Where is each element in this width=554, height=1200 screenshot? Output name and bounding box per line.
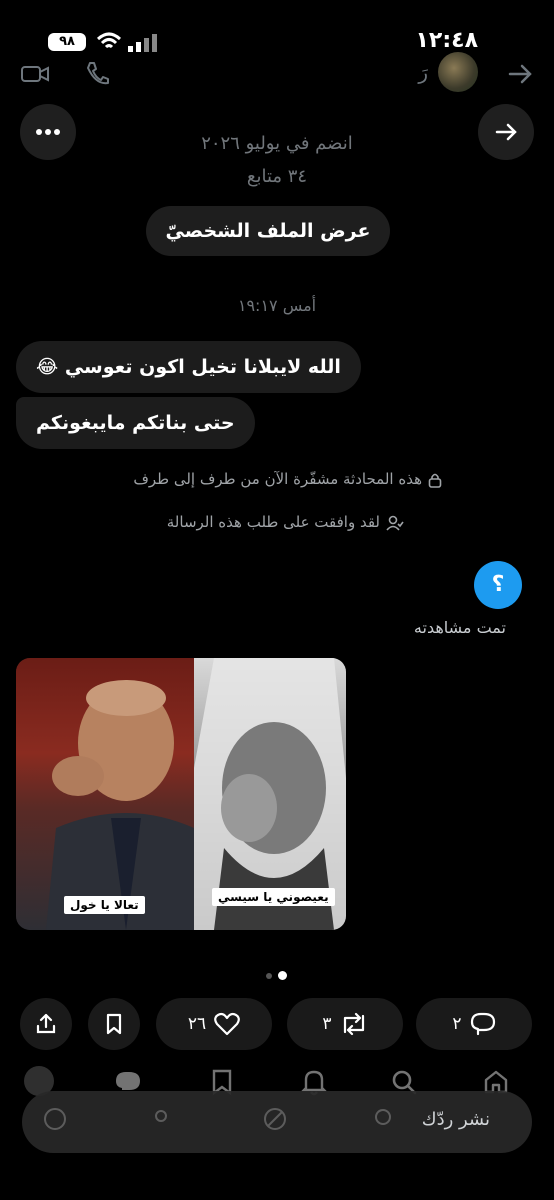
- bookmark-button[interactable]: [88, 998, 140, 1050]
- ghost-compose-icon: [264, 1108, 286, 1130]
- seen-status: تمت مشاهدته: [413, 618, 506, 637]
- received-message[interactable]: حتى بناتكم مايبغونكم: [16, 397, 255, 449]
- share-button[interactable]: [20, 998, 72, 1050]
- encryption-notice-text: هذه المحادثة مشفّرة الآن من طرف إلى طرف: [133, 470, 422, 488]
- header-name[interactable]: رَ: [418, 60, 428, 84]
- reply-placeholder: نشر ردّك: [421, 1109, 490, 1130]
- ghost-people-icon: [155, 1110, 167, 1122]
- received-message[interactable]: الله لايبلانا تخيل اكون تعوسي 😂: [16, 341, 361, 393]
- view-profile-button[interactable]: عرض الملف الشخصيّ: [146, 206, 390, 256]
- ghost-search-icon: [375, 1109, 391, 1125]
- phone-call-icon[interactable]: [84, 60, 110, 88]
- media-caption-left: تعالا يا خول: [64, 896, 145, 914]
- battery-icon: ٩٨: [48, 33, 86, 51]
- pager-dot[interactable]: [266, 973, 272, 979]
- reply-button[interactable]: ٢: [416, 998, 532, 1050]
- heart-icon: [214, 1012, 240, 1036]
- avatar[interactable]: [438, 52, 478, 92]
- media-pager[interactable]: [266, 964, 293, 983]
- user-check-icon: [386, 515, 404, 531]
- media-photo-left: تعالا يا خول: [16, 658, 194, 930]
- signal-icon: [128, 34, 157, 52]
- request-accepted-text: لقد وافقت على طلب هذه الرسالة: [166, 513, 380, 531]
- bookmark-icon: [106, 1013, 122, 1035]
- like-button[interactable]: ٢٦: [156, 998, 272, 1050]
- encryption-notice: هذه المحادثة مشفّرة الآن من طرف إلى طرف: [133, 470, 442, 488]
- request-accepted-notice: لقد وافقت على طلب هذه الرسالة: [167, 513, 404, 531]
- person-figure-left: [46, 680, 194, 930]
- status-time: ١٢:٤٨: [415, 28, 478, 53]
- sent-message[interactable]: ؟: [474, 561, 522, 609]
- wifi-icon: [96, 32, 122, 49]
- repost-count: ٣: [322, 1014, 332, 1034]
- message-timestamp: أمس ١٩:١٧: [237, 296, 317, 315]
- like-count: ٢٦: [187, 1014, 207, 1034]
- pager-dot-active[interactable]: [278, 971, 287, 980]
- comment-icon: [470, 1012, 495, 1036]
- repost-icon: [343, 1012, 364, 1036]
- joined-date: انضم في يوليو ٢٠٢٦: [201, 133, 353, 154]
- reply-count: ٢: [452, 1014, 462, 1034]
- ghost-message-icon: [44, 1108, 66, 1130]
- lock-icon: [428, 473, 442, 488]
- share-icon: [36, 1013, 56, 1034]
- back-arrow-icon[interactable]: [506, 60, 534, 88]
- media-image[interactable]: تعالا يا خول يعيصوني يا سيسي: [16, 658, 346, 930]
- repost-button[interactable]: ٣: [287, 998, 403, 1050]
- media-caption-right: يعيصوني يا سيسي: [212, 888, 335, 906]
- followers-count: ٣٤ متابع: [246, 166, 308, 187]
- video-call-icon[interactable]: [20, 60, 50, 88]
